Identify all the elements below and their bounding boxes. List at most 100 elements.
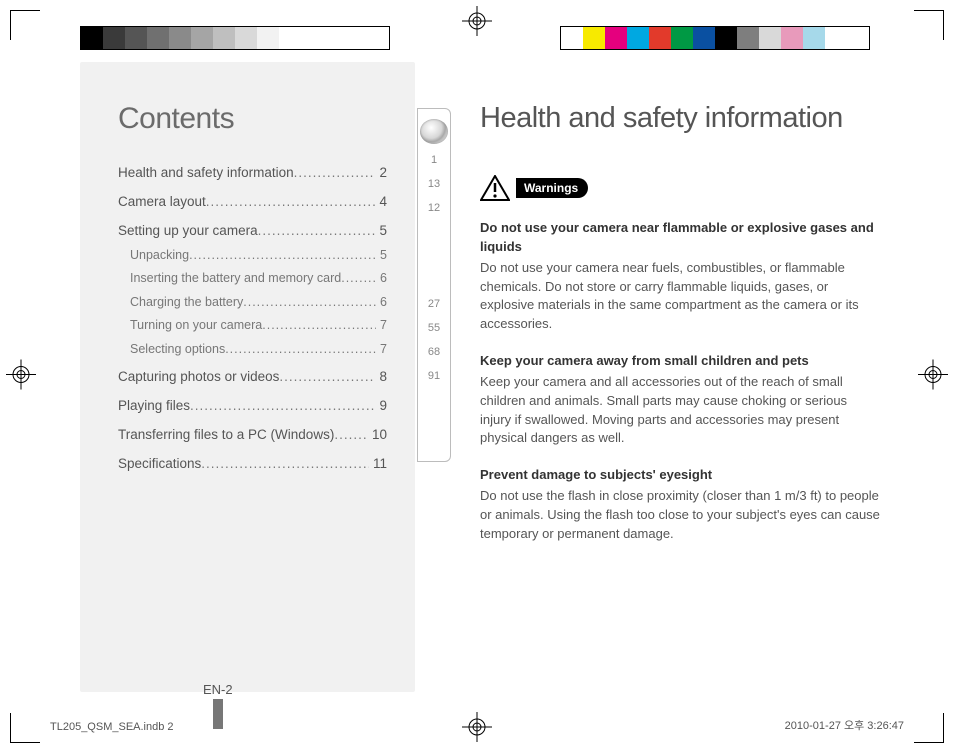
swatch [103,27,125,49]
toc-subentry: Charging the battery ...................… [118,294,387,312]
tab-guide: 1131227556891 [417,108,451,462]
tab-page-number: 55 [418,322,450,334]
tab-page-number: 27 [418,298,450,310]
swatch [693,27,715,49]
swatch [583,27,605,49]
swatch [125,27,147,49]
toc-subentry: Turning on your camera .................… [118,317,387,335]
warning-heading: Prevent damage to subjects' eyesight [480,466,880,485]
crop-mark [914,713,944,743]
swatch [81,27,103,49]
toc-entry: Playing files ..........................… [118,397,387,416]
warning-body: Do not use the flash in close proximity … [480,488,880,541]
contents-panel: Contents Health and safety information .… [80,62,415,692]
registration-mark-icon [462,712,492,747]
warning-triangle-icon [480,175,510,201]
toc-label: Charging the battery [130,294,243,312]
toc-page: 9 [375,397,387,416]
swatch [715,27,737,49]
warning-section: Prevent damage to subjects' eyesight Do n… [480,466,880,543]
registration-mark-icon [6,359,36,394]
crop-mark [914,10,944,40]
warning-heading: Do not use your camera near flammable or… [480,219,880,257]
toc-page: 7 [376,317,387,335]
swatch [737,27,759,49]
swatch [759,27,781,49]
toc-subentry: Inserting the battery and memory card ..… [118,270,387,288]
swatch [627,27,649,49]
swatch [671,27,693,49]
warnings-badge: Warnings [516,178,588,198]
swatch [213,27,235,49]
toc-page: 8 [375,368,387,387]
warning-section: Do not use your camera near flammable or… [480,219,880,334]
warning-heading: Keep your camera away from small childre… [480,352,880,371]
swatch [781,27,803,49]
swatch [235,27,257,49]
color-swatch-bar-right [560,26,870,50]
toc-page: 4 [375,193,387,212]
registration-mark-icon [918,359,948,394]
toc-label: Turning on your camera [130,317,262,335]
toc-label: Selecting options [130,341,225,359]
swatch [147,27,169,49]
toc-entry: Setting up your camera .................… [118,222,387,241]
page-root: Contents Health and safety information .… [0,0,954,753]
crop-mark [10,713,40,743]
toc-entry: Health and safety information ..........… [118,164,387,183]
slug-timestamp: 2010-01-27 오후 3:26:47 [785,717,904,733]
toc-label: Setting up your camera [118,222,258,241]
toc-label: Unpacking [130,247,189,265]
toc-label: Inserting the battery and memory card [130,270,341,288]
content-panel: Health and safety information Warnings D… [480,102,880,562]
toc-page: 5 [376,247,387,265]
table-of-contents: Health and safety information ..........… [118,164,387,474]
swatch [367,27,389,49]
toc-entry: Capturing photos or videos .............… [118,368,387,387]
color-swatch-bar-left [80,26,390,50]
toc-page: 2 [375,164,387,183]
crop-mark [10,10,40,40]
swatch [345,27,367,49]
warning-body: Keep your camera and all accessories out… [480,374,847,446]
toc-label: Specifications [118,455,201,474]
registration-mark-icon [462,6,492,41]
toc-subentry: Unpacking ..............................… [118,247,387,265]
swatch [561,27,583,49]
warning-section: Keep your camera away from small childre… [480,352,880,448]
swatch [605,27,627,49]
toc-label: Health and safety information [118,164,294,183]
contents-title: Contents [118,102,387,136]
tab-page-number: 12 [418,202,450,214]
toc-entry: Specifications .........................… [118,455,387,474]
toc-page: 10 [368,426,387,445]
toc-label: Camera layout [118,193,206,212]
warning-body: Do not use your camera near fuels, combu… [480,260,859,332]
swatch [803,27,825,49]
tab-page-number: 68 [418,346,450,358]
swatch [323,27,345,49]
toc-label: Capturing photos or videos [118,368,279,387]
toc-subentry: Selecting options ......................… [118,341,387,359]
toc-label: Playing files [118,397,190,416]
toc-page: 6 [376,270,387,288]
page-title: Health and safety information [480,102,880,135]
toc-page: 6 [376,294,387,312]
toc-label: Transferring files to a PC (Windows) [118,426,334,445]
swatch [825,27,847,49]
swatch [169,27,191,49]
toc-page: 5 [375,222,387,241]
warnings-heading: Warnings [480,175,880,201]
toc-page: 11 [369,455,387,474]
disc-icon [420,119,448,144]
slug-filename: TL205_QSM_SEA.indb 2 [50,721,174,733]
swatch [191,27,213,49]
page-number-bar [213,699,223,729]
toc-entry: Transferring files to a PC (Windows) ...… [118,426,387,445]
swatch [301,27,323,49]
tab-page-number: 13 [418,178,450,190]
toc-entry: Camera layout ..........................… [118,193,387,212]
swatch [649,27,671,49]
tab-page-number: 91 [418,370,450,382]
swatch [257,27,279,49]
